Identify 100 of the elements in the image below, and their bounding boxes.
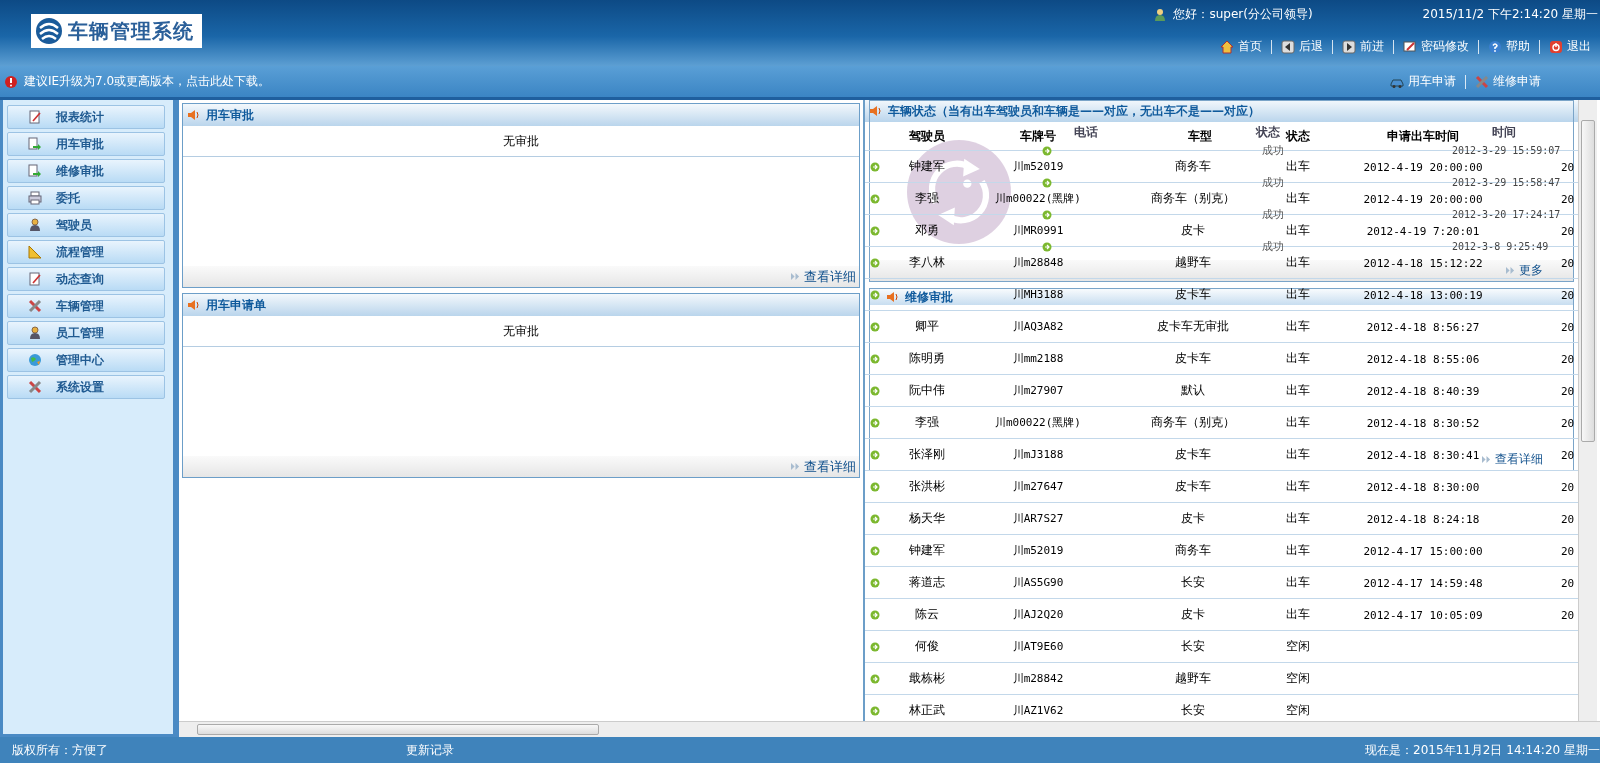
person-icon <box>28 326 42 340</box>
table-cell: 出车 <box>1286 575 1310 589</box>
speaker-icon <box>869 104 883 118</box>
table-cell: 2012-4-19 20:00:00 <box>1363 160 1483 174</box>
nav-link[interactable]: 密码修改 <box>1394 38 1478 55</box>
details-link[interactable]: 查看详细 <box>791 457 856 476</box>
table-cell: 川MH3188 <box>1012 288 1064 301</box>
details-link[interactable]: 查看详细 <box>1482 451 1543 468</box>
panel-title: 维修审批 <box>905 288 953 306</box>
quick-link[interactable]: 用车申请 <box>1381 73 1465 90</box>
arrow-circle-icon <box>870 513 880 524</box>
table-cell: 川m28842 <box>1012 672 1064 685</box>
sidebar-item[interactable]: 委托 <box>7 186 165 210</box>
column-header: 申请出车时间 <box>1387 128 1459 143</box>
nav-link[interactable]: 退出 <box>1540 38 1600 55</box>
table-cell: 川m00022(黑牌) <box>995 416 1081 429</box>
table-cell: 20 <box>1561 320 1575 334</box>
table-cell: 空闲 <box>1286 639 1310 653</box>
table-cell: 皮卡 <box>1181 223 1205 237</box>
horizontal-scrollbar[interactable] <box>179 721 1600 737</box>
upgrade-notice-link[interactable]: 建议IE升级为7.0或更高版本，点击此处下载。 <box>24 73 271 90</box>
table-cell: 20 <box>1561 480 1575 494</box>
table-cell: 出车 <box>1286 159 1310 173</box>
details-link[interactable]: 查看详细 <box>791 267 856 286</box>
table-cell: 李八林 <box>908 255 945 269</box>
table-cell: 越野车 <box>1175 671 1211 685</box>
speaker-icon <box>886 290 900 304</box>
arrow-circle-icon <box>870 385 880 396</box>
speaker-icon <box>187 108 201 122</box>
table-cell: 张洪彬 <box>908 479 945 493</box>
sidebar-item[interactable]: 员工管理 <box>7 321 165 345</box>
double-arrow-icon <box>1482 455 1491 464</box>
printer-icon <box>28 191 42 205</box>
nav-link[interactable]: 首页 <box>1211 38 1271 55</box>
table-cell: 川AQ3A82 <box>1012 320 1064 333</box>
tools-icon <box>28 299 42 313</box>
document-arrow-icon <box>28 164 42 178</box>
arrow-circle-icon <box>870 609 880 620</box>
table-cell: 空闲 <box>1286 703 1310 717</box>
table-cell: 皮卡车 <box>1175 479 1211 493</box>
sidebar-item[interactable]: 流程管理 <box>7 240 165 264</box>
time-text: 2012-3-20 17:24:17 <box>1452 209 1561 221</box>
table-cell: 出车 <box>1286 319 1310 333</box>
arrow-circle-icon <box>870 353 880 364</box>
nav-link[interactable]: 前进 <box>1333 38 1393 55</box>
warning-icon <box>4 74 18 89</box>
table-cell: 商务车（别克） <box>1151 191 1235 205</box>
sidebar-item[interactable]: 报表统计 <box>7 105 165 129</box>
table-cell: 2012-4-18 13:00:19 <box>1363 288 1483 302</box>
arrow-circle-icon <box>870 417 880 428</box>
sidebar-item[interactable]: 系统设置 <box>7 375 165 399</box>
table-cell: 钟建军 <box>908 543 945 557</box>
arrow-circle-icon <box>1042 146 1052 156</box>
sidebar-item[interactable]: 管理中心 <box>7 348 165 372</box>
arrow-circle-icon <box>870 225 880 236</box>
vertical-scrollbar[interactable] <box>1578 100 1597 721</box>
table-cell: 林正武 <box>908 703 945 717</box>
logo-text: 车辆管理系统 <box>68 17 194 45</box>
tools-icon <box>28 380 42 394</box>
sidebar-item[interactable]: 驾驶员 <box>7 213 165 237</box>
status-text: 成功 <box>1262 145 1284 157</box>
table-cell: 陈云 <box>914 607 939 621</box>
nav-link[interactable]: 后退 <box>1272 38 1332 55</box>
arrow-circle-icon <box>870 641 880 652</box>
sidebar-item[interactable]: 动态查询 <box>7 267 165 291</box>
table-cell: 川AJ2Q20 <box>1012 608 1064 621</box>
table-cell: 出车 <box>1286 255 1310 269</box>
sidebar-item[interactable]: 维修审批 <box>7 159 165 183</box>
arrow-circle-icon <box>1042 178 1052 188</box>
more-link[interactable]: 更多 <box>1506 262 1543 279</box>
table-cell: 川MR0991 <box>1012 224 1064 237</box>
table-cell: 皮卡 <box>1181 511 1205 525</box>
status-text: 成功 <box>1262 177 1284 189</box>
table-cell: 出车 <box>1286 223 1310 237</box>
double-arrow-icon <box>791 462 800 471</box>
double-arrow-icon <box>1506 266 1515 275</box>
time-text: 2012-3-29 15:58:47 <box>1452 177 1561 189</box>
table-cell: 2012-4-17 15:00:00 <box>1363 544 1483 558</box>
changelog-link[interactable]: 更新记录 <box>406 741 454 759</box>
table-cell: 2012-4-18 8:24:18 <box>1366 512 1480 526</box>
table-cell: 商务车（别克） <box>1151 415 1235 429</box>
column-header: 电话 <box>1074 124 1098 141</box>
time-text: 2012-3-29 15:59:07 <box>1452 145 1561 157</box>
back-icon <box>1281 39 1295 54</box>
ruler-icon <box>28 245 42 259</box>
nav-link[interactable]: 帮助 <box>1479 38 1539 55</box>
table-cell: 20 <box>1561 448 1575 462</box>
current-time-text: 现在是：2015年11月2日 14:14:20 星期一 <box>1365 741 1600 759</box>
sidebar-item[interactable]: 用车审批 <box>7 132 165 156</box>
table-cell: 川AS5G90 <box>1012 576 1064 589</box>
sidebar-item[interactable]: 车辆管理 <box>7 294 165 318</box>
table-cell: 20 <box>1561 576 1575 590</box>
time-text: 2012-3-8 9:25:49 <box>1452 241 1549 253</box>
table-cell: 出车 <box>1286 287 1310 301</box>
table-cell: 皮卡车无审批 <box>1157 319 1229 333</box>
table-cell: 出车 <box>1286 479 1310 493</box>
table-cell: 20 <box>1561 416 1575 430</box>
quick-link[interactable]: 维修申请 <box>1466 73 1550 90</box>
table-cell: 阮中伟 <box>908 383 945 397</box>
table-cell: 李强 <box>914 415 939 429</box>
